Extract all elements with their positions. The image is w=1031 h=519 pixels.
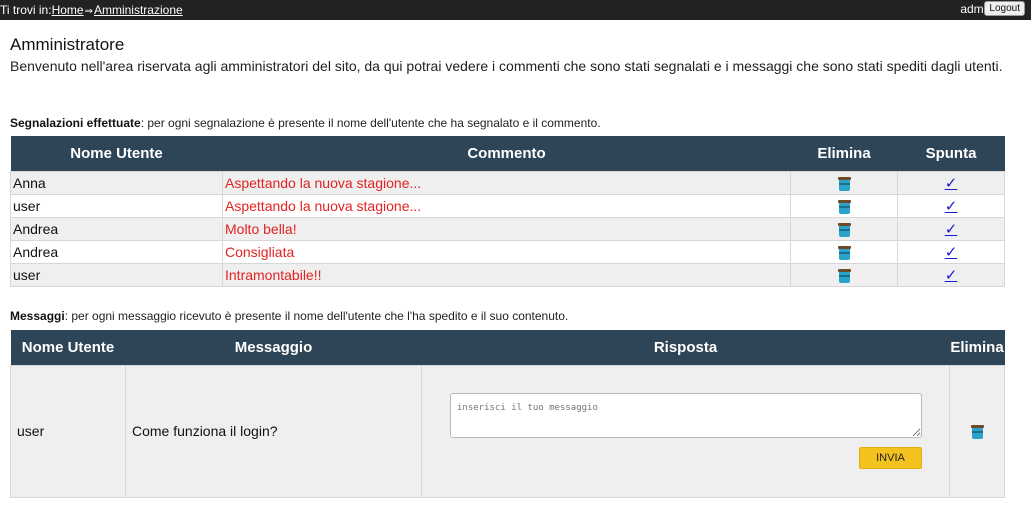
messages-caption: Messaggi: per ogni messaggio ricevuto è … <box>10 309 568 323</box>
table-row: user Come funziona il login? INVIA <box>10 364 1005 498</box>
logout-button[interactable]: Logout <box>984 1 1025 16</box>
col-header-delete: Elimina <box>949 330 1005 365</box>
breadcrumb-separator-icon: ⇒ <box>84 6 93 17</box>
col-header-user: Nome Utente <box>10 136 223 171</box>
check-icon[interactable]: ✓ <box>945 267 958 284</box>
intro-text: Benvenuto nell'area riservata agli ammin… <box>10 58 1003 74</box>
trash-icon[interactable] <box>837 199 851 214</box>
trash-icon[interactable] <box>837 245 851 260</box>
message-text: Come funziona il login? <box>125 364 422 498</box>
messages-caption-text: : per ogni messaggio ricevuto è presente… <box>64 309 569 323</box>
check-icon[interactable]: ✓ <box>945 175 958 192</box>
report-user: user <box>10 193 223 218</box>
reply-cell: INVIA <box>421 364 950 498</box>
reports-table: Nome Utente Commento Elimina Spunta Anna… <box>10 136 1005 287</box>
breadcrumb-prefix: Ti trovi in: <box>0 3 52 17</box>
page-title: Amministratore <box>10 35 125 54</box>
trash-icon[interactable] <box>837 176 851 191</box>
col-header-reply: Risposta <box>421 330 950 365</box>
report-comment: Aspettando la nuova stagione... <box>222 193 791 218</box>
trash-icon[interactable] <box>837 222 851 237</box>
check-icon[interactable]: ✓ <box>945 198 958 215</box>
table-row: Anna Aspettando la nuova stagione... ✓ <box>10 170 1005 195</box>
messages-caption-title: Messaggi <box>10 309 65 323</box>
breadcrumb: Ti trovi in:Home⇒Amministrazione <box>0 3 183 17</box>
reply-textarea[interactable] <box>450 392 922 438</box>
breadcrumb-home-link[interactable]: Home <box>52 3 84 17</box>
report-comment: Molto bella! <box>222 216 791 241</box>
breadcrumb-current-link[interactable]: Amministrazione <box>94 3 183 17</box>
reports-caption-text: : per ogni segnalazione è presente il no… <box>140 116 601 130</box>
messages-header-row: Nome Utente Messaggio Risposta Elimina <box>10 330 1005 365</box>
table-row: user Aspettando la nuova stagione... ✓ <box>10 193 1005 218</box>
reports-header-row: Nome Utente Commento Elimina Spunta <box>10 136 1005 171</box>
user-box: admin Logout <box>960 1 1025 16</box>
report-comment: Aspettando la nuova stagione... <box>222 170 791 195</box>
top-bar: Ti trovi in:Home⇒Amministrazione admin L… <box>0 0 1031 20</box>
messages-table: Nome Utente Messaggio Risposta Elimina u… <box>10 330 1005 498</box>
col-header-check: Spunta <box>897 136 1005 171</box>
check-icon[interactable]: ✓ <box>945 244 958 261</box>
report-comment: Consigliata <box>222 239 791 264</box>
col-header-comment: Commento <box>222 136 791 171</box>
report-comment: Intramontabile!! <box>222 262 791 287</box>
col-header-message: Messaggio <box>125 330 422 365</box>
report-user: Anna <box>10 170 223 195</box>
trash-icon[interactable] <box>970 425 984 440</box>
message-user: user <box>10 364 126 498</box>
report-user: Andrea <box>10 239 223 264</box>
reports-caption-title: Segnalazioni effettuate <box>10 116 141 130</box>
trash-icon[interactable] <box>837 268 851 283</box>
check-icon[interactable]: ✓ <box>945 221 958 238</box>
table-row: user Intramontabile!! ✓ <box>10 262 1005 287</box>
table-row: Andrea Consigliata ✓ <box>10 239 1005 264</box>
report-user: Andrea <box>10 216 223 241</box>
send-button[interactable]: INVIA <box>859 446 922 469</box>
table-row: Andrea Molto bella! ✓ <box>10 216 1005 241</box>
col-header-delete: Elimina <box>790 136 898 171</box>
col-header-user: Nome Utente <box>10 330 126 365</box>
report-user: user <box>10 262 223 287</box>
reports-caption: Segnalazioni effettuate: per ogni segnal… <box>10 116 601 130</box>
